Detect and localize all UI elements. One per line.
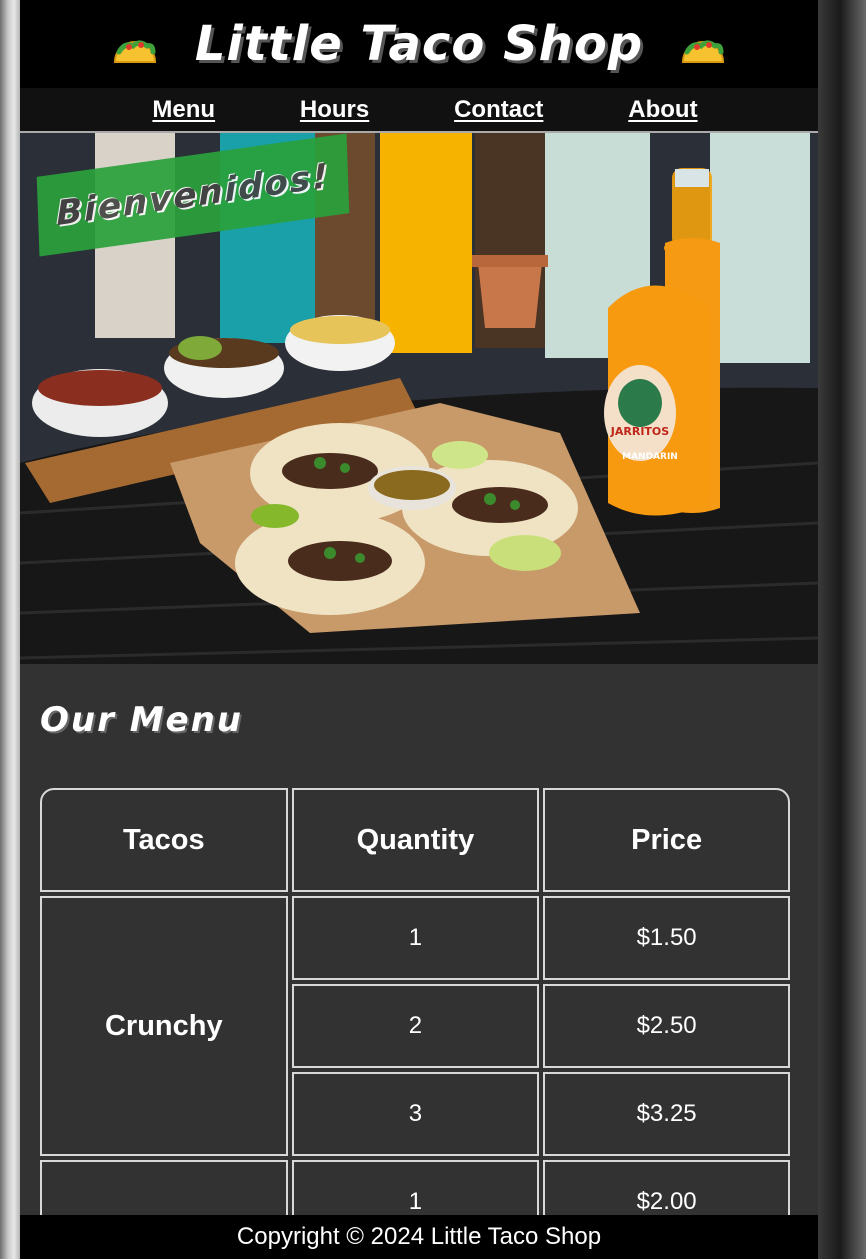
copyright-text: Copyright © 2024 Little Taco Shop	[236, 1223, 602, 1250]
menu-heading: Our Menu	[40, 700, 244, 740]
hero-image: JARRITOS MANDARIN Bienvenidos!	[20, 133, 818, 664]
taco-type-cell: Crunchy	[40, 896, 288, 1156]
bottle-flavor: MANDARIN	[622, 452, 678, 462]
bottle-brand: JARRITOS	[610, 425, 669, 438]
site-footer: Copyright © 2024 Little Taco Shop	[20, 1215, 818, 1259]
nav-link-about[interactable]: About	[628, 96, 697, 124]
page: Little Taco Shop Menu Hours Contact Abou…	[20, 0, 818, 1259]
menu-table: Tacos Quantity Price Crunchy 1 $1.50 2 $…	[36, 784, 794, 1248]
price-cell: $3.25	[543, 1072, 790, 1156]
site-header: Little Taco Shop	[20, 0, 818, 88]
taco-icon	[682, 40, 725, 63]
main-nav: Menu Hours Contact About	[20, 88, 818, 133]
table-header-row: Tacos Quantity Price	[40, 788, 790, 892]
quantity-cell: 1	[291, 896, 540, 980]
price-cell: $1.50	[543, 896, 790, 980]
column-header-price: Price	[543, 788, 790, 892]
menu-section: Our Menu Tacos Quantity Price Crunchy 1 …	[20, 664, 818, 1248]
price-cell: $2.50	[543, 984, 790, 1068]
quantity-cell: 2	[291, 984, 540, 1068]
quantity-cell: 3	[291, 1072, 540, 1156]
table-row: Crunchy 1 $1.50	[40, 896, 790, 1156]
nav-link-hours[interactable]: Hours	[300, 96, 369, 124]
column-header-quantity: Quantity	[291, 788, 540, 892]
nav-link-menu[interactable]: Menu	[152, 96, 215, 124]
column-header-tacos: Tacos	[40, 788, 288, 892]
nav-link-contact[interactable]: Contact	[454, 96, 543, 124]
site-title: Little Taco Shop	[194, 16, 644, 72]
taco-icon	[113, 40, 156, 63]
